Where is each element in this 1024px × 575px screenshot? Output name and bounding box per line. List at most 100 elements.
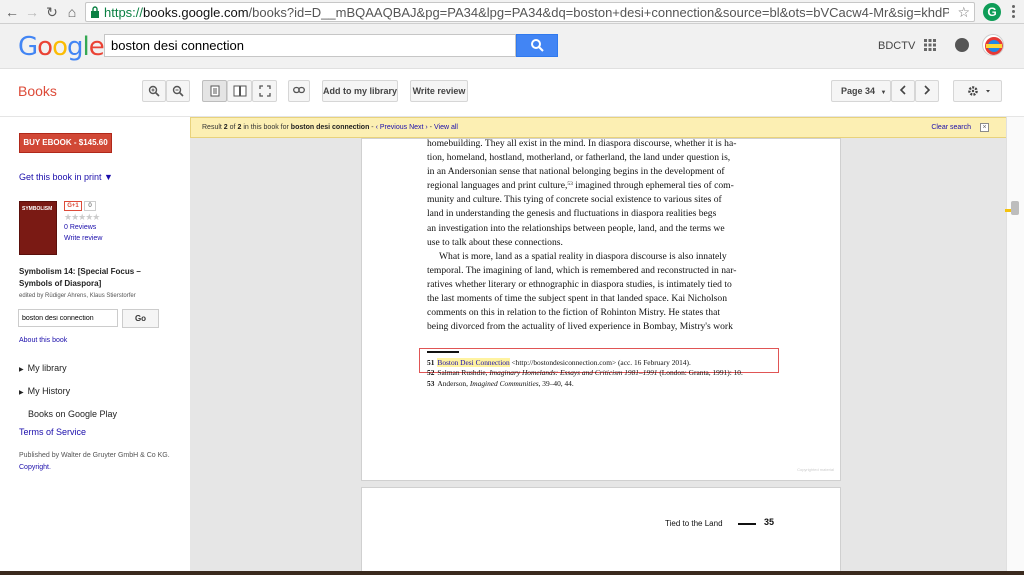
triangle-right-icon: ▶ [19, 367, 24, 373]
user-name[interactable]: BDCTV [878, 40, 915, 52]
google-logo[interactable]: Google [18, 32, 105, 62]
book-viewer[interactable]: Result 2 of 2 in this book for boston de… [190, 117, 1006, 575]
previous-page-button[interactable] [891, 80, 915, 102]
book-cover[interactable]: SYMBOLISM [19, 201, 57, 255]
write-review-link[interactable]: Write review [64, 235, 102, 242]
publisher-info: Published by Walter de Gruyter GmbH & Co… [19, 450, 174, 474]
body-line-part: regional languages and print culture, [427, 180, 568, 192]
about-book-link[interactable]: About this book [19, 337, 67, 344]
url-text: https://books.google.com/books?id=D__mBQ… [104, 5, 949, 20]
footnote-italic: Imagined Communities [469, 378, 539, 388]
avatar-logo-icon [985, 37, 1003, 55]
caret-down-icon: ▼ [880, 90, 887, 96]
logo-letter: g [67, 32, 83, 62]
add-to-library-button[interactable]: Add to my library [322, 80, 398, 102]
url-path: /books?id=D__mBQAAQBAJ&pg=PA34&lpg=PA34&… [248, 5, 949, 20]
browser-menu-icon[interactable] [1008, 4, 1018, 20]
clear-search-link[interactable]: Clear search [931, 118, 971, 138]
body-line: comments on this in relation to the fict… [427, 307, 721, 319]
triangle-right-icon: ▶ [19, 390, 24, 396]
zoom-out-button[interactable] [166, 80, 190, 102]
forward-arrow-icon[interactable]: → [24, 3, 40, 21]
page-number: 35 [764, 517, 775, 527]
previous-result-link[interactable]: ‹ Previous [376, 124, 408, 131]
next-page-button[interactable] [915, 80, 939, 102]
body-line: in an Andersonian sense that national be… [427, 166, 725, 178]
scrollbar-thumb[interactable] [1011, 201, 1019, 215]
footnote-text: (London: Granta, 1991): 10. [657, 368, 743, 378]
close-icon[interactable]: × [980, 123, 989, 132]
get-book-in-print-link[interactable]: Get this book in print ▼ [19, 172, 113, 182]
logo-letter: o [37, 32, 53, 62]
running-head: Tied to the Land [665, 519, 723, 528]
two-page-icon [233, 85, 246, 97]
buy-ebook-button[interactable]: BUY EBOOK - $145.60 [19, 133, 112, 153]
footnote-52: 52 Salman Rushdie, Imaginary Homelands: E… [427, 368, 787, 378]
plus-one-count: 0 [84, 201, 96, 211]
settings-button[interactable] [953, 80, 1002, 102]
avatar[interactable] [982, 34, 1004, 56]
fullscreen-button[interactable] [252, 80, 277, 102]
search-input[interactable] [104, 34, 516, 57]
url-host: books.google.com [143, 5, 249, 20]
google-header: Google BDCTV [0, 24, 1024, 69]
footnote-53: 53 Anderson, Imagined Communities, 39–40,… [427, 379, 787, 389]
my-library-nav[interactable]: ▶ My library [19, 363, 67, 373]
footnote-text: Anderson, [437, 378, 470, 388]
zoom-in-icon [148, 85, 160, 97]
my-history-nav[interactable]: ▶ My History [19, 386, 70, 396]
page-selector-label: Page 34 [841, 86, 876, 96]
vertical-scrollbar[interactable] [1005, 117, 1024, 575]
link-button[interactable] [288, 80, 310, 102]
next-result-link[interactable]: Next › [409, 124, 428, 131]
zoom-out-icon [172, 85, 184, 97]
notifications-bell-icon[interactable] [955, 38, 969, 52]
cover-title: SYMBOLISM [22, 206, 53, 212]
footnote-italic: Imaginary Homelands: Essays and Criticis… [489, 368, 658, 378]
apps-grid-icon[interactable] [924, 39, 936, 51]
bookmark-star-icon[interactable]: ☆ [957, 4, 970, 21]
zoom-in-button[interactable] [142, 80, 166, 102]
logo-letter: G [18, 32, 38, 62]
view-all-link[interactable]: View all [434, 124, 458, 131]
link-icon [293, 86, 305, 94]
reviews-link[interactable]: 0 Reviews [64, 224, 96, 231]
terms-of-service-link[interactable]: Terms of Service [19, 427, 86, 437]
body-line: regional languages and print culture,53 … [427, 179, 787, 193]
reload-icon[interactable]: ↻ [44, 3, 60, 21]
taskbar-strip [0, 571, 1024, 575]
address-bar[interactable]: https://books.google.com/books?id=D__mBQ… [85, 2, 975, 22]
result-current: 2 [223, 124, 228, 131]
google-plus-one-button[interactable]: G+1 [64, 201, 82, 211]
two-page-view-button[interactable] [227, 80, 252, 102]
home-icon[interactable]: ⌂ [64, 3, 80, 21]
body-line: land in understanding the genesis and fl… [427, 208, 717, 220]
extension-g-icon[interactable]: G [983, 3, 1001, 21]
single-page-view-button[interactable] [202, 80, 227, 102]
footnote-text: , 39–40, 44. [538, 378, 574, 388]
result-of: of [229, 124, 236, 131]
footnote-number: 51 [427, 358, 435, 367]
chevron-right-icon [924, 85, 931, 95]
search-highlight[interactable]: Boston Desi Connection [437, 358, 510, 367]
copyright-link[interactable]: Copyright. [19, 464, 51, 471]
write-review-button[interactable]: Write review [410, 80, 468, 102]
url-protocol: https:// [104, 5, 144, 20]
footnote-51: 51 Boston Desi Connection <http://bostond… [427, 358, 787, 368]
search-button[interactable] [516, 34, 558, 57]
search-result-bar: Result 2 of 2 in this book for boston de… [190, 117, 1006, 138]
footnote-text: Salman Rushdie, [437, 368, 490, 378]
body-line: ratives whether literary or ethnographic… [427, 278, 732, 290]
page-selector-dropdown[interactable]: Page 34 ▼ [831, 80, 891, 102]
book-page-35: Tied to the Land 35 [361, 487, 841, 575]
chevron-left-icon [899, 85, 906, 95]
search-inside-input[interactable] [18, 309, 118, 327]
body-line: being divorced from the actuality of liv… [427, 321, 733, 333]
back-arrow-icon[interactable]: ← [4, 3, 20, 21]
search-inside-go-button[interactable]: Go [122, 309, 159, 328]
body-line: the last moments of time the subject spe… [427, 293, 728, 305]
body-line: What is more, land as a spatial reality … [439, 250, 727, 262]
books-title[interactable]: Books [18, 83, 57, 99]
body-line: temporal. The imagining of land, which i… [427, 264, 737, 276]
books-on-google-play-link[interactable]: Books on Google Play [28, 409, 117, 419]
